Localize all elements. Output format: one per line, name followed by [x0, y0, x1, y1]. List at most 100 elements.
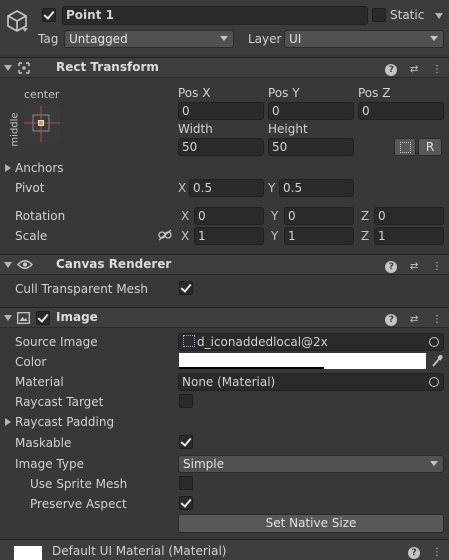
anchor-preset-h-label: center	[24, 88, 60, 101]
cull-transparent-mesh-checkbox[interactable]	[179, 281, 193, 295]
height-label: Height	[268, 122, 308, 136]
width-field[interactable]: 50	[178, 138, 264, 156]
pivot-label: Pivot	[15, 181, 45, 195]
pos-x-label: Pos X	[178, 86, 211, 100]
eyedropper-icon[interactable]	[430, 353, 444, 369]
raycast-padding-foldout-icon[interactable]	[5, 418, 11, 426]
layer-label: Layer	[248, 32, 282, 46]
foldout-arrow-icon[interactable]	[4, 262, 12, 268]
icon-dropdown-arrow[interactable]	[22, 28, 28, 32]
use-sprite-mesh-checkbox[interactable]	[179, 476, 193, 490]
pivot-y-axis-label: Y	[268, 181, 276, 195]
image-header[interactable]: Image ? ⇄ ⋮	[0, 307, 449, 328]
rot-z-axis-label: Z	[361, 209, 370, 223]
static-dropdown-arrow[interactable]	[435, 13, 443, 19]
rot-x-axis-label: X	[181, 209, 190, 223]
image-title: Image	[56, 310, 98, 324]
scale-z-field[interactable]: 1	[374, 227, 444, 245]
set-native-size-button[interactable]: Set Native Size	[178, 514, 444, 533]
active-checkbox[interactable]	[42, 8, 56, 22]
pos-y-field[interactable]: 0	[268, 102, 354, 120]
preserve-aspect-checkbox[interactable]	[179, 496, 193, 510]
anchors-label[interactable]: Anchors	[15, 161, 64, 175]
preset-icon[interactable]: ⇄	[408, 314, 420, 326]
rot-x-field[interactable]: 0	[194, 207, 264, 225]
layer-dropdown[interactable]: UI	[284, 30, 444, 48]
constrain-proportions-link-icon[interactable]	[158, 229, 172, 241]
color-label: Color	[15, 355, 47, 369]
image-type-dropdown[interactable]: Simple	[178, 455, 444, 473]
pos-z-field[interactable]: 0	[358, 102, 444, 120]
height-field[interactable]: 50	[268, 138, 354, 156]
raycast-padding-label[interactable]: Raycast Padding	[15, 415, 114, 429]
context-menu-icon[interactable]: ⋮	[431, 64, 443, 76]
help-icon[interactable]: ?	[385, 314, 398, 326]
rect-transform-header[interactable]: Rect Transform ? ⇄ ⋮	[0, 57, 449, 78]
static-checkbox[interactable]	[372, 8, 386, 22]
image-enabled-checkbox[interactable]	[36, 311, 50, 325]
header-icons: ? ⇄ ⋮	[378, 258, 443, 273]
maskable-label: Maskable	[15, 436, 72, 450]
image-type-value: Simple	[183, 457, 224, 471]
pivot-y-field[interactable]: 0.5	[279, 179, 354, 197]
canvas-renderer-title: Canvas Renderer	[56, 257, 172, 271]
dotted-rect-icon	[399, 142, 411, 153]
preserve-aspect-label: Preserve Aspect	[30, 497, 127, 511]
raycast-target-label: Raycast Target	[15, 395, 104, 409]
use-sprite-mesh-label: Use Sprite Mesh	[30, 477, 128, 491]
material-value: None (Material)	[182, 375, 276, 389]
eye-icon	[17, 258, 33, 271]
object-picker-icon[interactable]	[429, 377, 439, 387]
pivot-x-field[interactable]: 0.5	[189, 179, 264, 197]
rotation-label: Rotation	[15, 209, 66, 223]
material-footer-title: Default UI Material (Material)	[52, 544, 227, 558]
rect-transform-icon	[18, 62, 30, 74]
source-image-field[interactable]: d_iconaddedlocal@2x	[178, 333, 444, 351]
header-icons: ? ⇄ ⋮	[378, 311, 443, 326]
scale-x-field[interactable]: 1	[194, 227, 264, 245]
canvas-renderer-header[interactable]: Canvas Renderer ? ⇄ ⋮	[0, 254, 449, 275]
chevron-down-icon	[430, 36, 438, 41]
preset-icon[interactable]: ⇄	[408, 261, 420, 273]
pos-x-field[interactable]: 0	[178, 102, 264, 120]
static-label: Static	[390, 8, 425, 22]
raw-edit-button[interactable]: R	[418, 138, 442, 156]
rot-y-axis-label: Y	[271, 209, 279, 223]
object-picker-icon[interactable]	[429, 337, 439, 347]
header-icons: ? ⋮	[401, 544, 443, 559]
rot-z-field[interactable]: 0	[374, 207, 444, 225]
context-menu-icon[interactable]: ⋮	[431, 261, 443, 273]
scale-y-field[interactable]: 1	[284, 227, 354, 245]
material-label: Material	[15, 375, 64, 389]
help-icon[interactable]: ?	[385, 261, 398, 273]
anchors-foldout-icon[interactable]	[5, 164, 11, 172]
material-footer[interactable]: Default UI Material (Material) ? ⋮	[0, 539, 449, 560]
context-menu-icon[interactable]: ⋮	[431, 547, 443, 559]
maskable-checkbox[interactable]	[179, 435, 193, 449]
gameobject-header: Point 1 Static Tag Untagged Layer UI	[0, 0, 449, 54]
pivot-x-axis-label: X	[178, 181, 187, 195]
chevron-down-icon	[220, 36, 228, 41]
blueprint-mode-button[interactable]	[394, 138, 416, 156]
tag-dropdown[interactable]: Untagged	[64, 30, 234, 48]
rot-y-field[interactable]: 0	[284, 207, 354, 225]
source-image-label: Source Image	[15, 335, 98, 349]
foldout-arrow-icon[interactable]	[4, 65, 12, 71]
raycast-target-checkbox[interactable]	[179, 394, 193, 408]
tag-label: Tag	[38, 32, 59, 46]
help-icon[interactable]: ?	[408, 547, 421, 559]
preset-icon[interactable]: ⇄	[408, 64, 420, 76]
pos-z-label: Pos Z	[358, 86, 391, 100]
sprite-icon	[183, 335, 195, 347]
context-menu-icon[interactable]: ⋮	[431, 314, 443, 326]
source-image-value: d_iconaddedlocal@2x	[197, 335, 328, 349]
anchor-preset-button[interactable]	[24, 106, 60, 142]
help-icon[interactable]: ?	[385, 64, 398, 76]
color-field[interactable]	[179, 353, 426, 369]
scale-label: Scale	[15, 229, 48, 243]
material-field[interactable]: None (Material)	[178, 373, 444, 391]
layer-value: UI	[289, 32, 302, 46]
foldout-arrow-icon[interactable]	[4, 315, 12, 321]
cull-transparent-mesh-label: Cull Transparent Mesh	[15, 282, 148, 296]
gameobject-name-field[interactable]: Point 1	[62, 6, 368, 25]
